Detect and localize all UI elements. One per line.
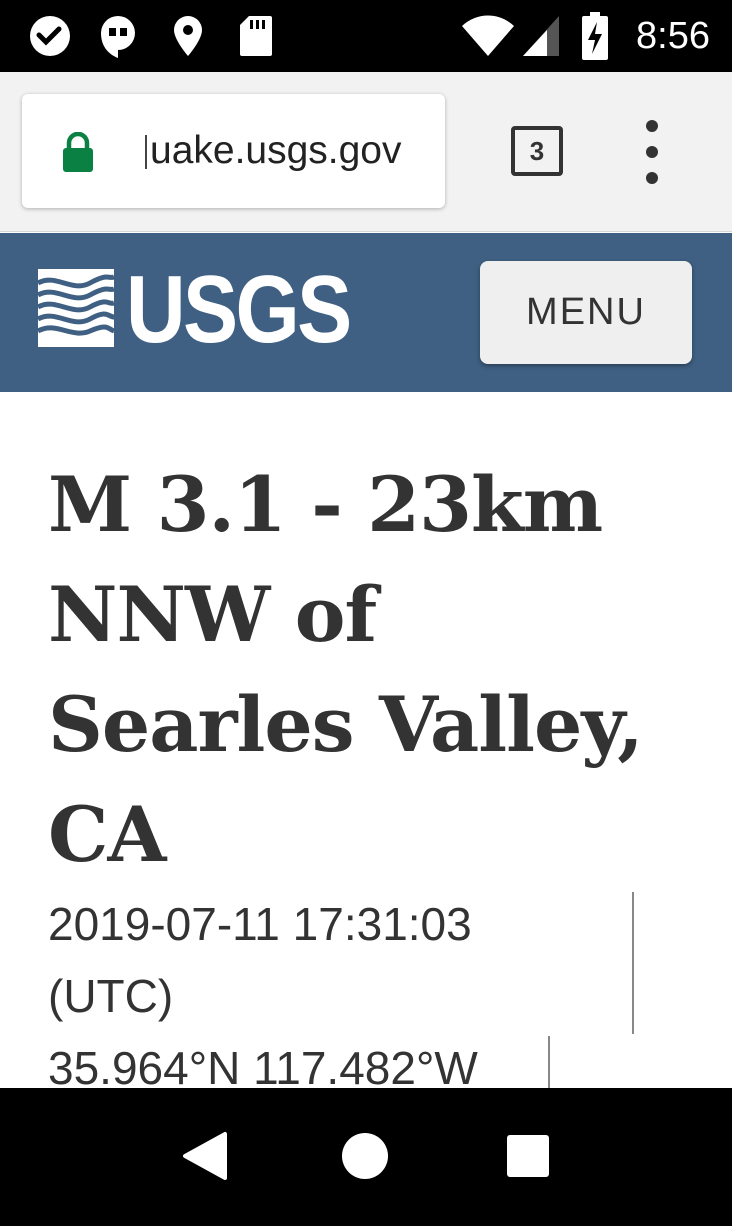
site-header: USGS MENU — [0, 233, 732, 392]
menu-button[interactable]: MENU — [480, 261, 692, 364]
page-title: M 3.1 - 23km NNW of Searles Valley, CA — [48, 460, 644, 879]
signal-icon — [520, 12, 562, 60]
url-text[interactable]: uake.usgs.gov — [150, 94, 402, 208]
lock-icon — [62, 131, 94, 177]
status-bar: 8:56 — [0, 0, 732, 72]
usgs-waves-icon — [36, 268, 116, 352]
usgs-logo[interactable]: USGS — [36, 256, 386, 363]
missed-call-icon — [26, 12, 74, 60]
tab-switcher-button[interactable]: 3 — [511, 126, 563, 176]
dot — [646, 146, 658, 158]
recents-icon[interactable] — [496, 1124, 560, 1188]
overflow-menu-button[interactable] — [630, 120, 674, 184]
event-coordinates: 35.964°N 117.482°W — [48, 1042, 478, 1088]
hangouts-icon — [96, 12, 140, 60]
location-icon — [170, 12, 206, 60]
divider — [548, 1036, 550, 1088]
status-clock: 8:56 — [636, 14, 710, 57]
url-bar[interactable]: uake.usgs.gov — [22, 94, 445, 208]
browser-toolbar: uake.usgs.gov 3 — [0, 72, 732, 232]
navigation-bar — [0, 1088, 732, 1226]
dot — [646, 120, 658, 132]
event-datetime: 2019-07-11 17:31:03 — [48, 898, 472, 950]
battery-charging-icon — [580, 12, 610, 60]
dot — [646, 172, 658, 184]
home-icon[interactable] — [333, 1124, 397, 1188]
main-content: M 3.1 - 23km NNW of Searles Valley, CA 2… — [0, 392, 732, 1088]
event-time: 2019-07-11 17:31:03 (UTC) — [48, 888, 608, 1032]
usgs-wordmark: USGS — [126, 256, 352, 363]
sd-card-icon — [238, 12, 274, 60]
text-cursor — [145, 135, 147, 169]
event-timezone: (UTC) — [48, 970, 174, 1022]
wifi-icon — [460, 12, 516, 60]
back-icon[interactable] — [172, 1124, 236, 1188]
divider — [632, 892, 634, 1034]
